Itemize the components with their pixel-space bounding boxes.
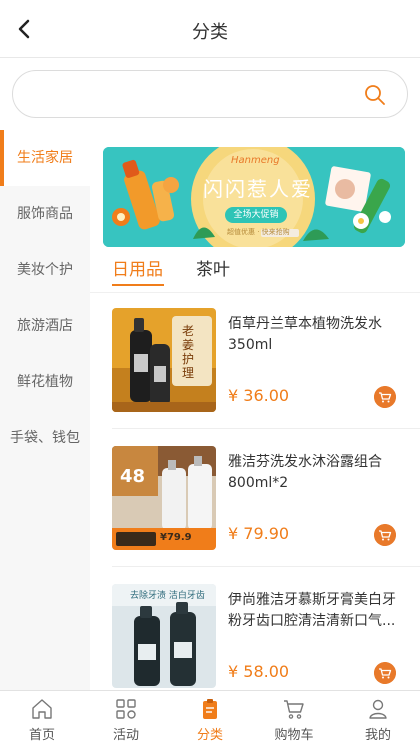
promo-banner[interactable]: Hanmeng 闪闪惹人爱 全场大促销 超值优惠 · 快来抢购 <box>103 147 405 247</box>
tabbar-item-category[interactable]: 分类 <box>168 691 252 746</box>
tabbar-item-cart[interactable]: 购物车 <box>252 691 336 746</box>
sidebar-item-beauty[interactable]: 美妆个护 <box>0 242 90 298</box>
sidebar-item-flowers-plants[interactable]: 鲜花植物 <box>0 354 90 410</box>
top-nav-bar: 分类 <box>0 0 420 58</box>
active-tab-indicator <box>112 284 164 286</box>
search-bar[interactable] <box>12 70 408 118</box>
tabbar-item-activity[interactable]: 活动 <box>84 691 168 746</box>
product-card[interactable]: 48 ¥79.9 雅洁芬洗发水沐浴露组合800ml*2 ¥ 79.90 <box>90 446 420 584</box>
sidebar-item-travel-hotel[interactable]: 旅游酒店 <box>0 298 90 354</box>
product-image-text: 48 <box>120 466 146 487</box>
product-divider <box>112 428 420 429</box>
add-to-cart-icon[interactable] <box>374 524 396 546</box>
page-title: 分类 <box>192 22 228 43</box>
tabbar-item-home[interactable]: 首页 <box>0 691 84 746</box>
banner-script-text: Hanmeng <box>231 155 280 166</box>
add-to-cart-icon[interactable] <box>374 662 396 684</box>
tabbar-label: 活动 <box>112 728 139 743</box>
tabbar-label: 购物车 <box>274 728 314 743</box>
tabbar-label: 我的 <box>364 728 391 743</box>
product-image-price: ¥79.9 <box>160 532 192 543</box>
search-input[interactable] <box>33 79 353 109</box>
sidebar-item-home-living[interactable]: 生活家居 <box>0 130 90 186</box>
home-icon <box>32 699 52 719</box>
product-card[interactable]: 老姜护理 佰草丹兰草本植物洗发水350ml ¥ 36.00 <box>90 308 420 446</box>
banner-headline: 闪闪惹人爱 <box>203 177 313 201</box>
sidebar-item-apparel[interactable]: 服饰商品 <box>0 186 90 242</box>
product-price: ¥ 36.00 <box>228 386 290 405</box>
grid-icon <box>116 699 136 719</box>
banner-tag: 全场大促销 <box>225 207 287 223</box>
cart-icon <box>284 700 304 719</box>
sidebar-item-bags-wallets[interactable]: 手袋、钱包 <box>0 410 90 466</box>
product-name[interactable]: 伊尚雅洁牙慕斯牙膏美白牙粉牙齿口腔清洁清新口气... <box>228 590 402 632</box>
category-icon <box>203 699 217 719</box>
user-icon <box>369 699 387 719</box>
category-sidebar: 生活家居 服饰商品 美妆个护 旅游酒店 鲜花植物 手袋、钱包 <box>0 130 90 690</box>
bottom-tab-bar: 首页 活动 分类 购物车 我的 <box>0 690 420 746</box>
add-to-cart-icon[interactable] <box>374 386 396 408</box>
product-name[interactable]: 雅洁芬洗发水沐浴露组合800ml*2 <box>228 452 402 494</box>
tabs-divider <box>90 292 420 293</box>
product-name[interactable]: 佰草丹兰草本植物洗发水350ml <box>228 314 402 356</box>
tabbar-label: 首页 <box>28 728 55 743</box>
product-divider <box>112 566 420 567</box>
product-image[interactable]: 48 ¥79.9 <box>112 446 216 550</box>
tab-tea[interactable]: 茶叶 <box>196 255 230 280</box>
banner-small-text: 超值优惠 · 快来抢购 <box>227 228 290 236</box>
tab-daily-goods[interactable]: 日用品 <box>112 255 163 280</box>
product-price: ¥ 79.90 <box>228 524 290 543</box>
product-image-text: 去除牙渍 洁白牙齿 <box>130 591 205 601</box>
tabbar-item-mine[interactable]: 我的 <box>336 691 420 746</box>
product-price: ¥ 58.00 <box>228 662 290 681</box>
search-icon[interactable] <box>363 83 387 107</box>
product-image[interactable]: 去除牙渍 洁白牙齿 <box>112 584 216 688</box>
product-image[interactable]: 老姜护理 <box>112 308 216 412</box>
tabbar-label: 分类 <box>196 728 223 743</box>
product-image-text: 老姜护理 <box>182 324 195 380</box>
